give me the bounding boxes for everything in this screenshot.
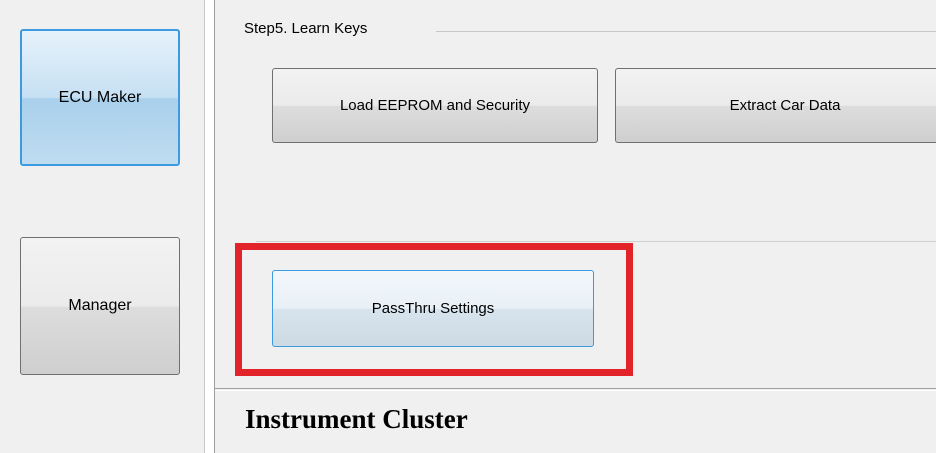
section-divider	[215, 388, 936, 389]
section-title: Instrument Cluster	[245, 404, 468, 434]
step-title: Step5. Learn Keys	[244, 20, 368, 37]
sidebar: ECU Maker Manager	[0, 0, 204, 453]
panel-border[interactable]	[214, 0, 215, 453]
manager-button[interactable]: Manager	[20, 237, 180, 375]
extract-car-data-label: Extract Car Data	[729, 97, 841, 114]
ecu-maker-button[interactable]: ECU Maker	[20, 29, 180, 166]
ecu-maker-label: ECU Maker	[58, 88, 142, 106]
section-divider-highlight	[215, 390, 936, 391]
sidebar-divider	[204, 0, 205, 453]
manager-label: Manager	[68, 297, 132, 314]
load-eeprom-security-label: Load EEPROM and Security	[339, 97, 531, 114]
step-group-rule	[436, 31, 936, 32]
load-eeprom-security-button[interactable]: Load EEPROM and Security	[272, 68, 598, 143]
highlight-box	[235, 243, 633, 376]
extract-car-data-button[interactable]: Extract Car Data	[615, 68, 936, 143]
settings-group-rule	[256, 241, 936, 242]
